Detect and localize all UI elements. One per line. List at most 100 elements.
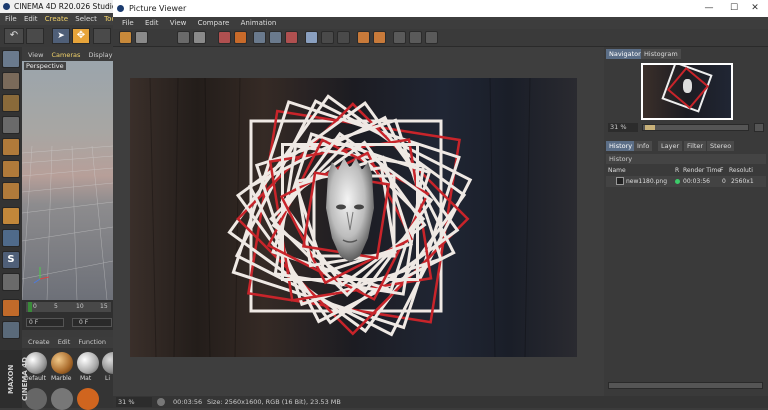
workplane-icon[interactable] — [2, 116, 20, 134]
material-label: Marble — [51, 375, 72, 382]
tab-layer[interactable]: Layer — [658, 141, 683, 151]
navigator-panel: Navigator Histogram 31 % — [604, 47, 768, 138]
tab-stereo[interactable]: Stereo — [707, 141, 735, 151]
status-zoom-field[interactable]: 31 % — [116, 397, 152, 407]
channel-r-icon[interactable] — [253, 31, 266, 44]
material-menu-function[interactable]: Function — [78, 338, 106, 346]
texture-mode-icon[interactable] — [2, 94, 20, 112]
region-render-icon[interactable] — [193, 31, 206, 44]
sculpt-icon[interactable] — [2, 273, 20, 291]
material-slot[interactable] — [51, 388, 73, 410]
tab-filter[interactable]: Filter — [684, 141, 707, 151]
axis-mode-icon[interactable] — [2, 207, 20, 225]
material-label: Mat — [80, 375, 92, 382]
history-panel: History Info Layer Filter Stereo History… — [604, 138, 768, 396]
filter-a-icon[interactable] — [357, 31, 370, 44]
playhead-marker[interactable] — [28, 302, 32, 312]
tweak-mode-icon[interactable] — [2, 229, 20, 247]
menu-compare[interactable]: Compare — [198, 19, 230, 27]
tab-navigator[interactable]: Navigator — [606, 49, 644, 59]
stop-render-icon[interactable] — [218, 31, 231, 44]
timeline-tick: 5 — [54, 303, 58, 310]
menu-animation[interactable]: Animation — [241, 19, 277, 27]
menu-file[interactable]: File — [122, 19, 134, 27]
c4d-title-text: CINEMA 4D R20.026 Studio (RC - R — [14, 2, 113, 11]
tab-histogram[interactable]: Histogram — [641, 49, 681, 59]
move-tool-icon[interactable]: ✥ — [72, 28, 90, 44]
c4d-menu-create[interactable]: Create — [45, 15, 68, 23]
save-file-icon[interactable] — [135, 31, 148, 44]
current-frame-field[interactable]: 0 F — [26, 318, 64, 327]
undo-icon[interactable]: ↶ — [4, 28, 24, 44]
open-file-icon[interactable] — [119, 31, 132, 44]
redo-icon[interactable] — [26, 28, 44, 44]
image-canvas[interactable] — [113, 47, 604, 396]
channel-alpha-icon[interactable] — [321, 31, 334, 44]
perspective-viewport[interactable]: Perspective — [22, 61, 113, 300]
viewport-camera-label: Perspective — [24, 62, 66, 70]
viewport-menu-view[interactable]: View — [28, 51, 43, 59]
col-frame[interactable]: F — [720, 166, 723, 176]
render-active-icon[interactable] — [234, 31, 247, 44]
material-menu-edit[interactable]: Edit — [58, 338, 71, 346]
history-scrollbar[interactable] — [608, 382, 763, 389]
material-manager-menubar: Create Edit Function — [22, 337, 113, 348]
material-label: Li — [105, 375, 111, 382]
grid-icon[interactable] — [2, 321, 20, 339]
close-button[interactable]: ✕ — [742, 0, 768, 17]
edges-mode-icon[interactable] — [2, 160, 20, 178]
channel-b-icon[interactable] — [285, 31, 298, 44]
layout-c-icon[interactable] — [425, 31, 438, 44]
magnet-icon[interactable] — [2, 299, 20, 317]
col-resolution[interactable]: Resoluti — [729, 166, 753, 176]
table-row[interactable]: new1180.png 00:03:56 0 2560x1 — [606, 176, 766, 187]
tab-info[interactable]: Info — [634, 141, 653, 151]
ab-compare-icon[interactable] — [177, 31, 190, 44]
c4d-menu-tools[interactable]: Tools — [104, 15, 113, 23]
material-slot[interactable] — [77, 388, 99, 410]
menu-view[interactable]: View — [170, 19, 187, 27]
viewport-menu-cameras[interactable]: Cameras — [52, 51, 81, 59]
c4d-menu-edit[interactable]: Edit — [24, 15, 38, 23]
history-table-header: Name R Render Time F Resoluti — [606, 166, 766, 176]
viewport-menubar: View Cameras Display — [22, 50, 113, 61]
timeline-ruler[interactable]: 0 5 10 15 — [26, 302, 111, 312]
col-name[interactable]: Name — [608, 166, 626, 176]
menu-edit[interactable]: Edit — [145, 19, 159, 27]
layout-b-icon[interactable] — [409, 31, 422, 44]
layout-a-icon[interactable] — [393, 31, 406, 44]
start-frame-field[interactable]: 0 F — [72, 318, 112, 327]
c4d-mode-palette: S — [0, 47, 22, 350]
channel-g-icon[interactable] — [269, 31, 282, 44]
material-mat[interactable] — [77, 352, 99, 374]
text-overlay-icon[interactable] — [337, 31, 350, 44]
c4d-menu-file[interactable]: File — [5, 15, 17, 23]
zoom-reset-button[interactable] — [754, 123, 764, 132]
material-marble[interactable] — [51, 352, 73, 374]
row-render-time: 00:03:56 — [683, 178, 710, 185]
filter-b-icon[interactable] — [373, 31, 386, 44]
channel-rgb-icon[interactable] — [305, 31, 318, 44]
status-zoom-menu-icon[interactable] — [157, 398, 165, 406]
minimize-button[interactable]: — — [696, 0, 722, 17]
col-render-time[interactable]: Render Time — [683, 166, 721, 176]
zoom-slider-handle[interactable] — [645, 125, 655, 130]
scale-tool-icon[interactable] — [93, 28, 111, 44]
c4d-menu-select[interactable]: Select — [75, 15, 97, 23]
zoom-slider[interactable] — [642, 124, 749, 131]
select-cursor-icon[interactable]: ➤ — [52, 28, 70, 44]
zoom-field[interactable]: 31 % — [608, 123, 638, 132]
material-menu-create[interactable]: Create — [28, 338, 50, 346]
snap-icon[interactable]: S — [2, 251, 20, 269]
points-mode-icon[interactable] — [2, 138, 20, 156]
make-editable-icon[interactable] — [2, 50, 20, 68]
timeline[interactable]: 0 5 10 15 0 F 0 F — [22, 300, 113, 330]
col-r[interactable]: R — [675, 166, 679, 176]
tab-history[interactable]: History — [606, 141, 636, 151]
model-mode-icon[interactable] — [2, 72, 20, 90]
viewport-menu-display[interactable]: Display — [89, 51, 113, 59]
row-frame: 0 — [722, 178, 726, 185]
polygons-mode-icon[interactable] — [2, 182, 20, 200]
status-dot-icon — [675, 179, 680, 184]
navigator-thumbnail[interactable] — [641, 63, 733, 120]
